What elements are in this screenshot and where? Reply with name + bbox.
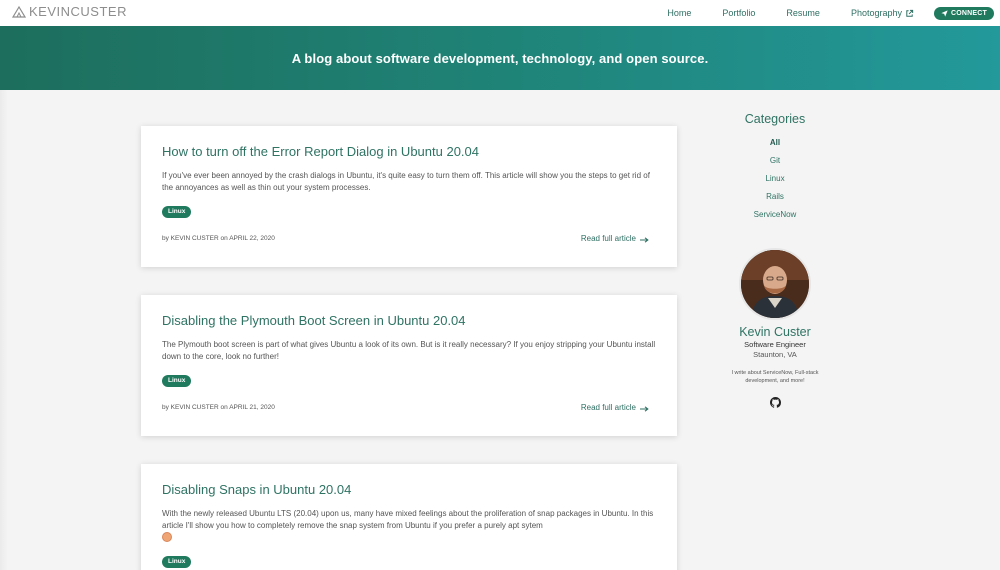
post-title-link[interactable]: Disabling Snaps in Ubuntu 20.04 [162, 482, 657, 498]
post-tag[interactable]: Linux [162, 206, 192, 218]
mountain-logo-icon [12, 5, 26, 19]
post-title-link[interactable]: How to turn off the Error Report Dialog … [162, 144, 657, 160]
profile-location: Staunton, VA [753, 350, 797, 359]
read-more-label: Read full article [580, 234, 636, 243]
post-card: Disabling Snaps in Ubuntu 20.04 With the… [141, 464, 677, 570]
left-shadow [0, 90, 8, 570]
category-servicenow[interactable]: ServiceNow [720, 206, 830, 224]
nav-link-home[interactable]: Home [667, 8, 691, 18]
profile-card: Kevin Custer Software Engineer Staunton,… [715, 324, 835, 408]
post-excerpt-text: With the newly released Ubuntu LTS (20.0… [162, 509, 654, 530]
post-card: Disabling the Plymouth Boot Screen in Ub… [141, 295, 677, 436]
post-excerpt: The Plymouth boot screen is part of what… [162, 340, 656, 361]
category-all[interactable]: All [720, 134, 830, 152]
arrow-right-icon [640, 405, 649, 412]
categories-heading: Categories [744, 112, 806, 126]
profile-role: Software Engineer [744, 340, 806, 349]
arrow-right-icon [640, 236, 649, 243]
github-icon[interactable] [769, 395, 781, 408]
brand-name: KEVINCUSTER [29, 4, 127, 19]
external-link-icon [905, 9, 914, 18]
nav-link-resume[interactable]: Resume [786, 8, 820, 18]
brand-logo-link[interactable]: KEVINCUSTER [12, 4, 127, 19]
category-linux[interactable]: Linux [720, 170, 830, 188]
connect-label: CONNECT [950, 9, 987, 17]
hero-tagline: A blog about software development, techn… [291, 50, 709, 66]
profile-avatar [739, 248, 811, 320]
category-git[interactable]: Git [720, 152, 830, 170]
nav-links: Home Portfolio Resume Photography CONNEC… [667, 0, 994, 26]
profile-bio: I write about ServiceNow, Full-stack dev… [731, 370, 819, 384]
smiling-face-emoji-icon [162, 532, 172, 543]
read-full-article-link[interactable]: Read full article [581, 403, 649, 412]
nav-link-photography-label: Photography [850, 8, 902, 18]
post-footer: by KEVIN CUSTER on APRIL 22, 2020 Read f… [162, 234, 649, 243]
post-title-link[interactable]: Disabling the Plymouth Boot Screen in Ub… [162, 313, 657, 329]
post-byline: by KEVIN CUSTER on APRIL 22, 2020 [162, 235, 275, 242]
paper-plane-icon [941, 9, 948, 17]
post-excerpt: With the newly released Ubuntu LTS (20.0… [162, 508, 657, 544]
read-more-label: Read full article [580, 403, 636, 412]
nav-link-portfolio[interactable]: Portfolio [722, 8, 755, 18]
profile-name: Kevin Custer [739, 325, 811, 339]
post-card: How to turn off the Error Report Dialog … [141, 126, 677, 267]
categories-sidebar: Categories All Git Linux Rails ServiceNo… [720, 112, 830, 224]
hero-banner: A blog about software development, techn… [0, 26, 1000, 90]
post-excerpt: If you've ever been annoyed by the crash… [162, 171, 650, 192]
post-tag[interactable]: Linux [162, 375, 192, 387]
read-full-article-link[interactable]: Read full article [581, 234, 649, 243]
category-rails[interactable]: Rails [720, 188, 830, 206]
post-byline: by KEVIN CUSTER on APRIL 21, 2020 [162, 404, 275, 411]
post-footer: by KEVIN CUSTER on APRIL 21, 2020 Read f… [162, 403, 649, 412]
post-tag[interactable]: Linux [162, 556, 192, 568]
top-nav: KEVINCUSTER Home Portfolio Resume Photog… [0, 0, 1000, 26]
connect-button[interactable]: CONNECT [933, 6, 994, 20]
nav-link-photography[interactable]: Photography [851, 8, 914, 18]
